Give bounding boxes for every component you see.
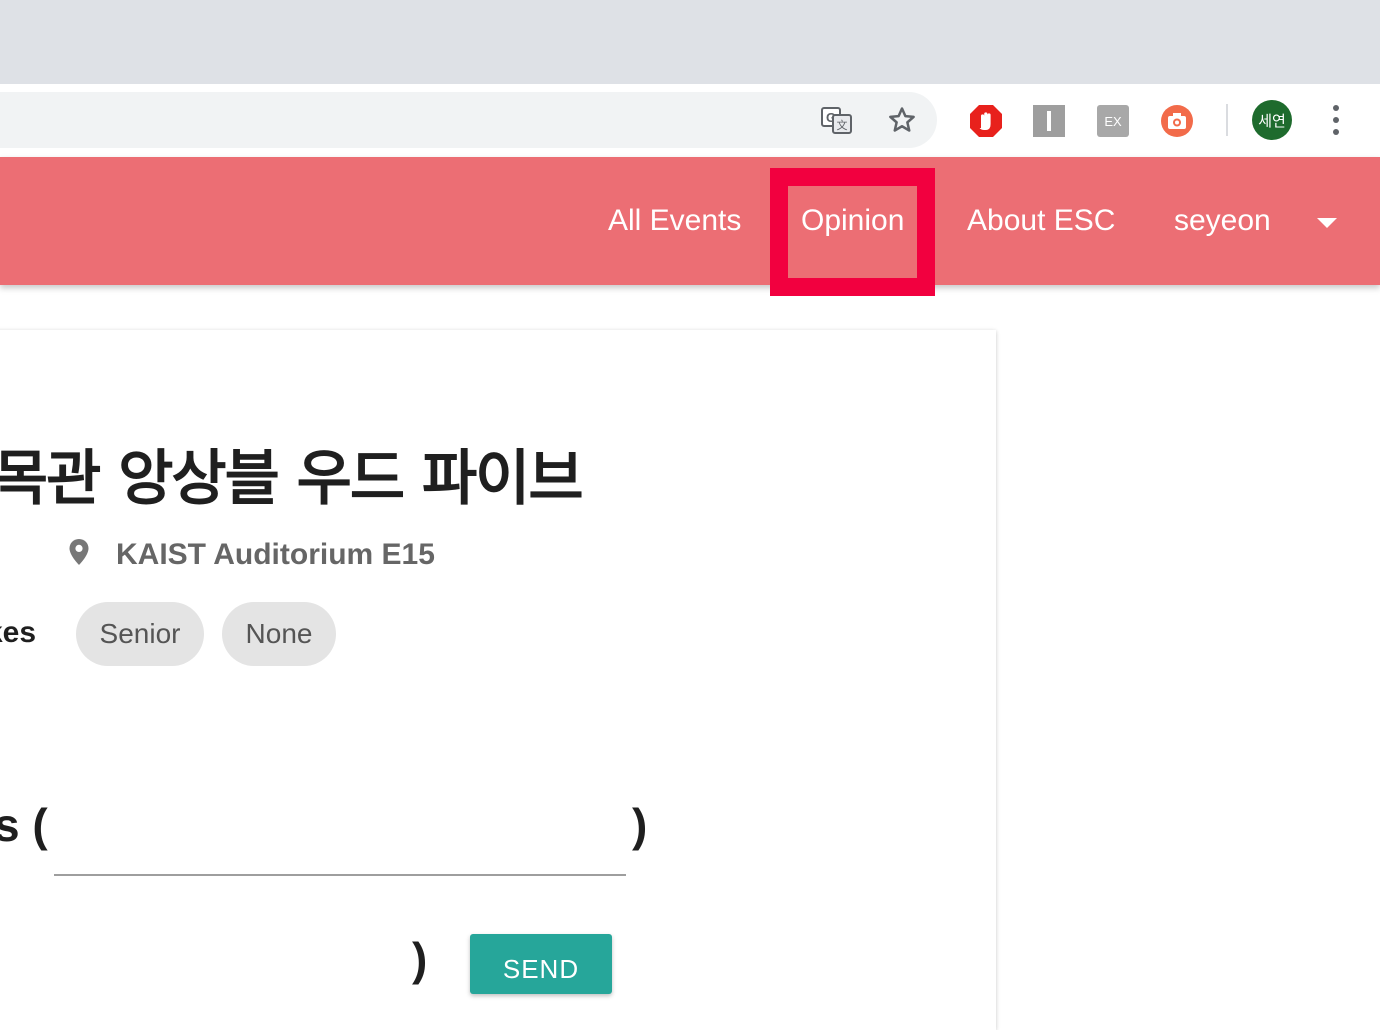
nav-about-esc[interactable]: About ESC <box>967 157 1115 285</box>
tags-label: kes <box>0 616 37 649</box>
browser-toolbar: G 文 EX 세연 <box>0 84 1380 157</box>
send-button[interactable]: SEND <box>470 934 612 994</box>
reader-i-icon[interactable] <box>1032 104 1066 138</box>
tag-chip: Senior <box>76 602 204 666</box>
browser-tabstrip <box>0 0 1380 84</box>
svg-text:EX: EX <box>1104 114 1122 129</box>
app-navbar: All Events Opinion About ESC seyeon <box>0 157 1380 285</box>
tag-chip: None <box>222 602 336 666</box>
nav-all-events[interactable]: All Events <box>608 157 741 285</box>
screenshot-camera-icon[interactable] <box>1160 104 1194 138</box>
opinion-field-label: s ( <box>0 799 48 851</box>
chevron-down-icon[interactable] <box>1317 218 1337 228</box>
opinion-highlight-box <box>770 168 935 296</box>
ex-extension-icon[interactable]: EX <box>1096 104 1130 138</box>
profile-avatar[interactable]: 세연 <box>1252 100 1292 140</box>
location-pin-icon <box>69 539 89 565</box>
nav-user-menu[interactable]: seyeon <box>1174 157 1271 285</box>
address-bar[interactable] <box>0 92 937 148</box>
close-paren: ) <box>412 933 428 985</box>
event-title: -목관 앙상블 우드 파이브 <box>0 444 584 514</box>
svg-text:文: 文 <box>837 118 848 132</box>
browser-menu-icon[interactable] <box>1322 102 1350 138</box>
translate-icon[interactable]: G 文 <box>821 104 853 136</box>
adblock-hand-icon[interactable] <box>969 104 1003 138</box>
bookmark-star-icon[interactable] <box>886 104 918 136</box>
close-paren: ) <box>632 799 648 851</box>
event-location: KAIST Auditorium E15 <box>116 538 435 571</box>
toolbar-separator <box>1226 104 1228 136</box>
opinion-input[interactable] <box>54 790 626 876</box>
